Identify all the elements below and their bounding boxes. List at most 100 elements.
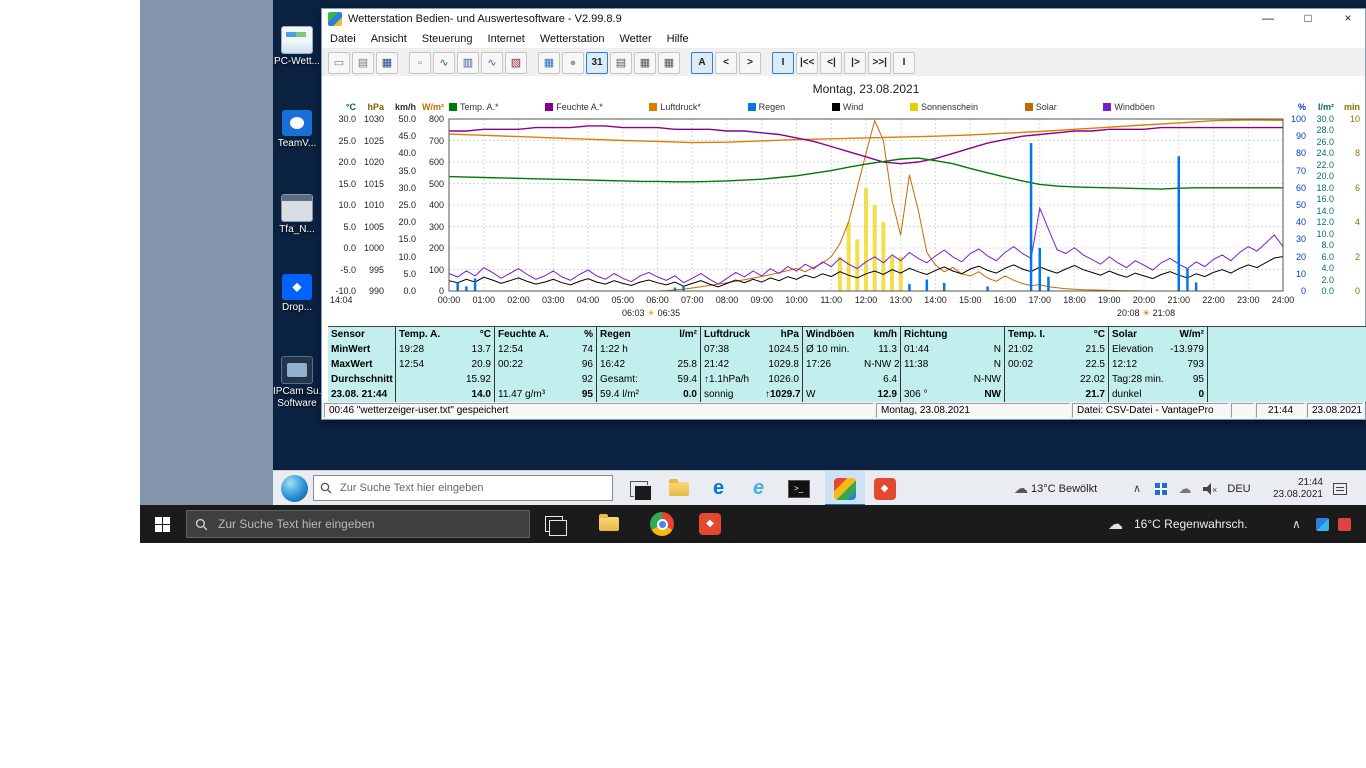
toolbar-group: ▦●31▤▦▦ <box>538 52 680 74</box>
legend-item-wind: Wind <box>832 102 864 112</box>
table-header-cell: hPa <box>762 327 802 342</box>
toolbar-table-2-button[interactable]: ▦ <box>658 52 680 74</box>
remote-search-input[interactable] <box>338 481 606 495</box>
folder-icon[interactable] <box>595 510 623 538</box>
legend-item-luftdruck: Luftdruck* <box>649 102 701 112</box>
menu-steuerung[interactable]: Steuerung <box>422 33 473 45</box>
table-cell: 14.0 <box>451 387 494 402</box>
legend-label: Regen <box>759 102 786 112</box>
maximize-button[interactable]: □ <box>1293 9 1323 30</box>
menu-wetter[interactable]: Wetter <box>619 33 651 45</box>
desktop-icon-tfa[interactable]: Tfa_N... <box>273 194 321 236</box>
toolbar-last-button[interactable]: >>| <box>868 52 890 74</box>
menu-hilfe[interactable]: Hilfe <box>667 33 689 45</box>
toolbar-print-button[interactable]: ▥ <box>457 52 479 74</box>
tray-chevron-icon[interactable]: ∧ <box>1127 471 1147 505</box>
tray-weather-text[interactable]: 16°C Regenwahrsch. <box>1134 505 1248 543</box>
toolbar-mode-a-button[interactable]: A <box>691 52 713 74</box>
x-axis-tick: 12:00 <box>849 295 883 305</box>
toolbar-step-back-button[interactable]: <| <box>820 52 842 74</box>
table-cell: N <box>957 342 1004 357</box>
tray-clock[interactable]: 21:44 23.08.2021 <box>1259 471 1323 505</box>
internet-explorer-icon[interactable]: e <box>745 475 772 502</box>
minimize-button[interactable]: — <box>1253 9 1283 30</box>
legend-label: Luftdruck* <box>660 102 701 112</box>
legend-swatch <box>832 103 840 111</box>
tray-cloud-icon[interactable]: ☁ <box>1011 471 1031 505</box>
x-axis-tick: 19:00 <box>1092 295 1126 305</box>
table-cell: 11.3 <box>861 342 900 357</box>
toolbar-day-31-button[interactable]: 31 <box>586 52 608 74</box>
toolbar-table-1-button[interactable]: ▦ <box>634 52 656 74</box>
red-app-icon[interactable]: ◆ <box>871 475 898 502</box>
toolbar-range-button[interactable]: ▤ <box>610 52 632 74</box>
toolbar-chart-line-button[interactable]: ∿ <box>433 52 455 74</box>
dropbox-icon <box>282 274 312 300</box>
menu-datei[interactable]: Datei <box>330 33 356 45</box>
desktop-icon-dropbox[interactable]: Drop... <box>273 274 321 314</box>
toolbar-copy-button[interactable]: ▫ <box>409 52 431 74</box>
axis-tick: 800 <box>416 114 444 124</box>
start-button-local[interactable] <box>148 510 176 538</box>
toolbar-interval-2-button[interactable]: I <box>893 52 915 74</box>
menu-ansicht[interactable]: Ansicht <box>371 33 407 45</box>
tray-onedrive-icon[interactable]: ☁ <box>1175 471 1195 505</box>
tray-cloud-icon[interactable]: ☁ <box>1108 505 1132 543</box>
tray-grid-icon[interactable] <box>1151 471 1171 505</box>
toolbar-save-button[interactable]: ▦ <box>376 52 398 74</box>
table-cell: 59.4 <box>657 372 700 387</box>
axis-tick: 15.0 <box>386 234 416 244</box>
toolbar-new-button[interactable]: ▭ <box>328 52 350 74</box>
weather-app-icon[interactable] <box>831 475 858 502</box>
toolbar-calendar-button[interactable]: ▦ <box>538 52 560 74</box>
tray-speaker-icon[interactable]: × <box>1199 471 1221 505</box>
toolbar-chart-wave-button[interactable]: ∿ <box>481 52 503 74</box>
toolbar-step-fwd-button[interactable]: |> <box>844 52 866 74</box>
axis-tick: 70 <box>1288 166 1306 176</box>
toolbar-next-button[interactable]: > <box>739 52 761 74</box>
table-cell: Tag:28 min. <box>1108 372 1164 387</box>
toolbar-chart-combo-button[interactable]: ▧ <box>505 52 527 74</box>
axis-tick: 30.0 <box>386 183 416 193</box>
axis-tick: 20.0 <box>1308 171 1334 181</box>
close-button[interactable]: × <box>1333 9 1363 30</box>
tray-app-icon-blue[interactable] <box>1316 505 1334 543</box>
axis-tick: 10 <box>1288 269 1306 279</box>
axis-tick: 40.0 <box>386 148 416 158</box>
tray-chevron-icon[interactable]: ∧ <box>1292 505 1312 543</box>
title-bar[interactable]: Wetterstation Bedien- und Auswertesoftwa… <box>322 9 1365 30</box>
axis-tick: 22.0 <box>1308 160 1334 170</box>
terminal-icon[interactable]: >_ <box>785 475 812 502</box>
tray-weather-text[interactable]: 13°C Bewölkt <box>1031 471 1115 505</box>
tray-app-icon-red[interactable] <box>1338 505 1356 543</box>
menu-internet[interactable]: Internet <box>488 33 525 45</box>
toolbar-prev-button[interactable]: < <box>715 52 737 74</box>
toolbar-interval-1-button[interactable]: I <box>772 52 794 74</box>
local-search-input[interactable] <box>216 516 521 532</box>
task-view-icon[interactable] <box>625 475 652 502</box>
axis-tick: 25.0 <box>386 200 416 210</box>
table-cell: -13.979 <box>1164 342 1208 357</box>
desktop-icon-pc-wetterstation[interactable]: PC-Wett... <box>273 26 321 68</box>
start-button[interactable] <box>281 475 308 502</box>
toolbar-open-button[interactable]: ▤ <box>352 52 374 74</box>
axis-tick: 30.0 <box>328 114 356 124</box>
menu-wetterstation[interactable]: Wetterstation <box>540 33 605 45</box>
remote-search-box[interactable] <box>313 475 613 501</box>
desktop-icon-ipcam[interactable]: IPCam Su...Software <box>273 356 321 410</box>
x-axis-tick: 08:00 <box>710 295 744 305</box>
axis-tick: 40 <box>1288 217 1306 227</box>
tray-language[interactable]: DEU <box>1223 471 1255 505</box>
local-search-box[interactable] <box>186 510 530 538</box>
table-cell: 0 <box>1164 387 1208 402</box>
folder-icon[interactable] <box>665 475 692 502</box>
weather-software-icon[interactable]: ◆ <box>696 510 724 538</box>
edge-icon[interactable]: e <box>705 475 732 502</box>
action-center-icon[interactable] <box>1327 471 1353 505</box>
toolbar-clock-button[interactable]: ● <box>562 52 584 74</box>
desktop-icon-teamviewer[interactable]: TeamV... <box>273 110 321 150</box>
browser-icon[interactable] <box>648 510 676 538</box>
toolbar-first-button[interactable]: |<< <box>796 52 818 74</box>
axis-header-%: % <box>1288 102 1306 112</box>
task-view-icon[interactable] <box>540 510 568 538</box>
